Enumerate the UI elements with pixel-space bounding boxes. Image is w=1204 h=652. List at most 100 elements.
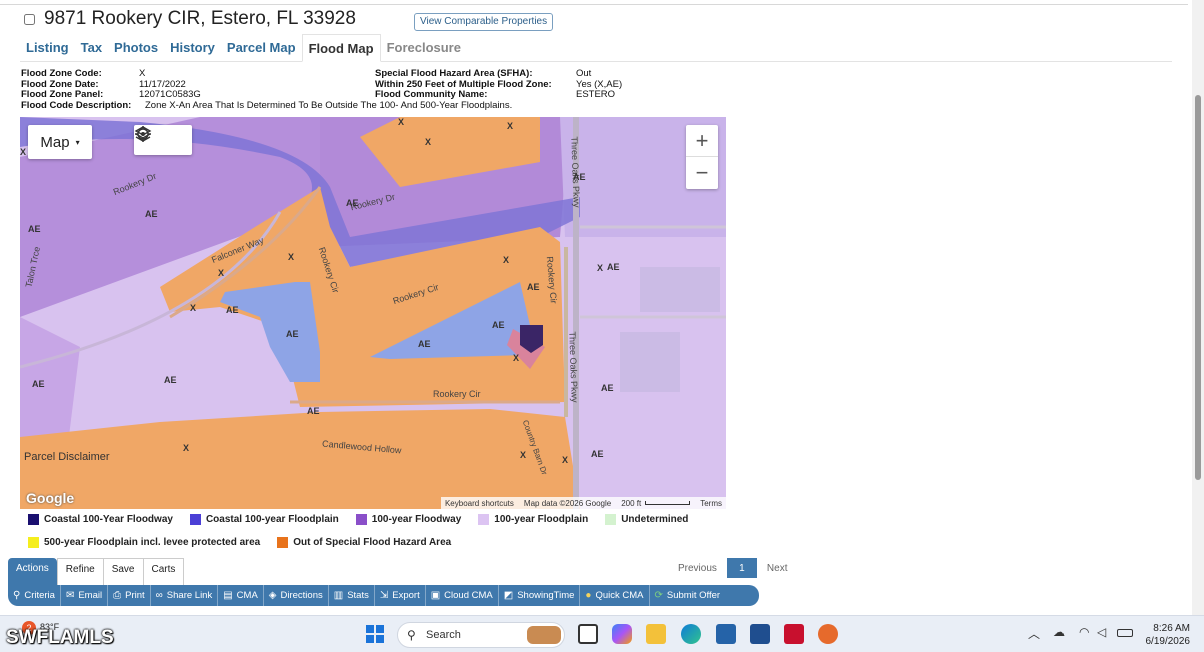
zone-label: X	[190, 303, 197, 313]
cma-icon: ▤	[223, 590, 233, 601]
locate-icon[interactable]	[135, 126, 187, 149]
store-icon[interactable]	[716, 624, 736, 644]
legend-item: Out of Special Flood Hazard Area	[277, 537, 451, 548]
zone-label: AE	[591, 449, 604, 459]
cma-button[interactable]: ▤ CMA	[218, 585, 264, 606]
search-icon: ⚲	[407, 628, 416, 642]
flood-zone-panel-label: Flood Zone Panel:	[21, 89, 104, 100]
showingtime-icon: ◩	[503, 590, 514, 601]
showingtime-button[interactable]: ◩ ShowingTime	[499, 585, 581, 606]
quick-cma-button[interactable]: ● Quick CMA	[580, 585, 650, 606]
share-link-button[interactable]: ∞ Share Link	[151, 585, 219, 606]
stats-button[interactable]: ▥ Stats	[329, 585, 375, 606]
tab-foreclosure[interactable]: Foreclosure	[381, 34, 467, 62]
clock-date: 6/19/2026	[1145, 636, 1191, 647]
email-label: Email	[78, 590, 103, 601]
tab-save[interactable]: Save	[103, 558, 144, 585]
legend-item: Coastal 100-Year Floodway	[28, 514, 173, 525]
listing-select-checkbox[interactable]	[24, 13, 35, 25]
terms-link[interactable]: Terms	[700, 499, 722, 508]
zone-label: AE	[28, 224, 41, 234]
zone-label: X	[20, 147, 27, 157]
legend-item: Undetermined	[605, 514, 688, 525]
flood-map[interactable]: Rookery Dr Rookery Dr Falconer Way Rooke…	[20, 117, 726, 509]
windows-taskbar: 2 83°F ⚲ Search ︿ ☁ ◠ ◁ 8:26 AM 6/19/202…	[0, 615, 1204, 652]
zone-label: AE	[607, 262, 620, 272]
legend-swatch	[28, 537, 39, 548]
chevron-down-icon: ▾	[75, 137, 80, 147]
tab-tax[interactable]: Tax	[75, 34, 108, 62]
tab-photos[interactable]: Photos	[108, 34, 164, 62]
flood-legend-row-2: 500-year Floodplain incl. levee protecte…	[28, 537, 468, 548]
share-link-label: Share Link	[166, 590, 213, 601]
current-page[interactable]: 1	[726, 558, 757, 578]
legend-item: 100-year Floodway	[355, 514, 461, 525]
legend-swatch	[277, 537, 289, 548]
print-button[interactable]: ⎙ Print	[108, 585, 151, 606]
view-comparable-button[interactable]: View Comparable Properties	[414, 13, 554, 31]
wifi-icon[interactable]: ◠	[1079, 625, 1089, 639]
print-icon: ⎙	[113, 590, 122, 601]
file-explorer-icon[interactable]	[646, 624, 666, 644]
tab-flood-map[interactable]: Flood Map	[301, 34, 381, 62]
search-placeholder: Search	[426, 629, 461, 641]
flood-info-right: Special Flood Hazard Area (SFHA): Out Wit…	[375, 68, 622, 101]
edge-icon[interactable]	[681, 624, 701, 644]
keyboard-shortcuts-link[interactable]: Keyboard shortcuts	[445, 499, 514, 508]
directions-icon: ◈	[268, 590, 277, 601]
submit-offer-label: Submit Offer	[666, 590, 721, 601]
mcafee-icon[interactable]	[784, 624, 804, 644]
criteria-button[interactable]: ⚲ Criteria	[8, 585, 61, 606]
tab-parcel-map[interactable]: Parcel Map	[221, 34, 302, 62]
listing-header: 9871 Rookery CIR, Estero, FL 33928	[22, 8, 356, 30]
directions-button[interactable]: ◈ Directions	[264, 585, 329, 606]
scale-label: 200 ft	[621, 498, 642, 508]
parcel-disclaimer-link[interactable]: Parcel Disclaimer	[24, 451, 110, 463]
start-icon[interactable]	[366, 625, 384, 643]
cma-label: CMA	[236, 590, 258, 601]
cloud-cma-button[interactable]: ▣ Cloud CMA	[426, 585, 499, 606]
quick-cma-label: Quick CMA	[595, 590, 644, 601]
taskbar-search[interactable]: ⚲ Search	[397, 622, 565, 648]
cloud-cma-label: Cloud CMA	[444, 590, 493, 601]
scale-bar	[645, 501, 691, 505]
app-icon[interactable]	[750, 624, 770, 644]
task-view-icon[interactable]	[578, 624, 598, 644]
next-page-link[interactable]: Next	[767, 563, 788, 574]
legend-swatch	[28, 514, 39, 525]
legend-item: 100-year Floodplain	[478, 514, 588, 525]
tab-actions[interactable]: Actions	[8, 558, 57, 585]
battery-icon[interactable]	[1117, 629, 1133, 637]
cloud-icon[interactable]: ☁	[1053, 625, 1065, 639]
legend-label: Undetermined	[621, 514, 689, 525]
taskbar-clock[interactable]: 8:26 AM 6/19/2026	[1146, 622, 1191, 648]
browser-app-icon[interactable]	[818, 624, 838, 644]
chevron-up-icon[interactable]: ︿	[1028, 625, 1040, 642]
submit-offer-button[interactable]: ⟳ Submit Offer	[650, 585, 726, 606]
zone-label: AE	[164, 375, 177, 385]
page-scrollbar[interactable]	[1192, 0, 1204, 615]
street-label: Rookery Cir	[433, 389, 481, 399]
sfha-value: Out	[576, 68, 592, 79]
tab-history[interactable]: History	[164, 34, 221, 62]
tab-refine[interactable]: Refine	[56, 558, 104, 585]
export-button[interactable]: ⇲ Export	[375, 585, 426, 606]
previous-page-link[interactable]: Previous	[678, 563, 717, 574]
tab-listing[interactable]: Listing	[20, 34, 75, 62]
map-data-text: Map data ©2026 Google	[523, 498, 612, 508]
map-tools	[134, 125, 192, 155]
zone-label: AE	[573, 172, 586, 182]
email-icon: ✉	[65, 590, 75, 601]
map-type-button[interactable]: Map ▾	[28, 125, 92, 159]
email-button[interactable]: ✉ Email	[61, 585, 109, 606]
volume-icon[interactable]: ◁	[1097, 625, 1106, 639]
copilot-icon[interactable]	[612, 624, 632, 644]
zone-label: X	[562, 455, 569, 465]
zone-label: X	[597, 263, 604, 273]
tab-carts[interactable]: Carts	[143, 558, 185, 585]
scrollbar-thumb[interactable]	[1195, 95, 1201, 480]
zone-label: X	[288, 252, 295, 262]
zone-label: X	[398, 117, 405, 127]
zoom-in-button[interactable]: +	[686, 125, 718, 157]
zoom-out-button[interactable]: −	[686, 157, 718, 189]
